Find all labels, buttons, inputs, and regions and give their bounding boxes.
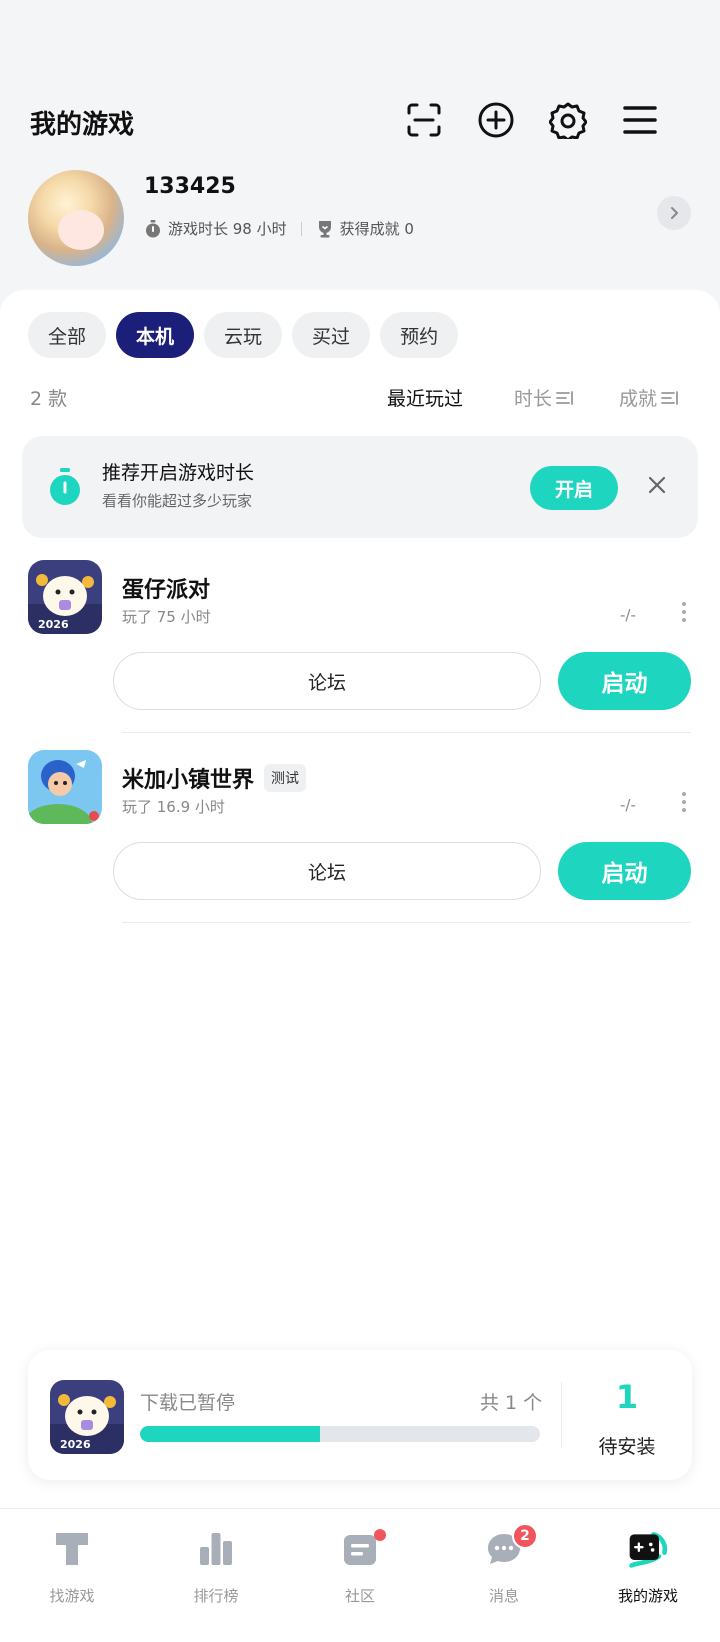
message-badge: 2 bbox=[512, 1523, 538, 1549]
tab-label: 排行榜 bbox=[193, 1587, 239, 1605]
game-title: 米加小镇世界 bbox=[122, 768, 255, 793]
community-icon bbox=[338, 1527, 386, 1571]
game-playtime: 玩了 75 小时 bbox=[122, 608, 211, 626]
filter-purchased[interactable]: 买过 bbox=[292, 312, 371, 358]
find-games-icon bbox=[50, 1527, 94, 1571]
sort-icon bbox=[556, 390, 573, 405]
playtime-label: 游戏时长 98 小时 bbox=[168, 220, 287, 238]
header: 我的游戏 133425 游戏时长 98 小时 获得成就 0 bbox=[0, 0, 720, 290]
download-progress-fill bbox=[140, 1426, 320, 1442]
filter-all[interactable]: 全部 bbox=[28, 312, 107, 358]
game-count: 2 款 bbox=[30, 388, 68, 410]
download-status: 下载已暂停 bbox=[140, 1392, 236, 1414]
game-playtime: 玩了 16.9 小时 bbox=[122, 798, 225, 816]
more-options-icon[interactable] bbox=[682, 792, 686, 812]
game-icon-eggy-party[interactable]: 2026 bbox=[28, 560, 102, 634]
launch-button[interactable]: 启动 bbox=[558, 652, 691, 710]
filter-local[interactable]: 本机 bbox=[116, 312, 195, 358]
divider bbox=[561, 1382, 562, 1448]
game-list-panel: 全部 本机 云玩 买过 预约 2 款 最近玩过 时长 成就 推荐开启游戏时长 看… bbox=[0, 290, 720, 1510]
more-options-icon[interactable] bbox=[682, 602, 686, 622]
tab-label: 我的游戏 bbox=[617, 1587, 678, 1605]
stopwatch-icon bbox=[144, 219, 162, 238]
game-achievement: -/- bbox=[620, 796, 636, 814]
sort-recent-label: 最近玩过 bbox=[387, 388, 464, 410]
tab-community[interactable]: 社区 bbox=[288, 1509, 432, 1642]
message-icon: 2 bbox=[482, 1523, 538, 1571]
page-title: 我的游戏 bbox=[30, 110, 135, 140]
close-icon[interactable] bbox=[646, 474, 668, 500]
divider bbox=[122, 732, 691, 733]
game-name: 米加小镇世界 测试 bbox=[122, 762, 307, 794]
enable-playtime-button[interactable]: 开启 bbox=[530, 466, 618, 510]
achievements-label: 获得成就 0 bbox=[339, 220, 414, 238]
recommend-title: 推荐开启游戏时长 bbox=[102, 462, 255, 484]
tab-label: 找游戏 bbox=[49, 1587, 95, 1605]
beta-tag: 测试 bbox=[264, 764, 307, 792]
gear-icon[interactable] bbox=[548, 100, 588, 140]
pending-install-count: 1 bbox=[615, 1378, 639, 1416]
my-games-icon bbox=[626, 1527, 670, 1571]
sort-recent[interactable]: 最近玩过 bbox=[387, 384, 463, 411]
username: 133425 bbox=[144, 174, 236, 199]
sort-achievement[interactable]: 成就 bbox=[619, 384, 679, 411]
recommend-subtitle: 看看你能超过多少玩家 bbox=[102, 492, 253, 510]
chevron-right-icon bbox=[671, 207, 678, 219]
profile-detail-button[interactable] bbox=[657, 196, 691, 230]
launch-button[interactable]: 启动 bbox=[558, 842, 691, 900]
tab-label: 社区 bbox=[344, 1587, 375, 1605]
notification-dot bbox=[374, 1529, 386, 1541]
sort-icon bbox=[661, 390, 678, 405]
tab-my-games[interactable]: 我的游戏 bbox=[576, 1509, 720, 1642]
download-card[interactable]: 2026 下载已暂停 共 1 个 1 待安装 bbox=[28, 1350, 692, 1480]
svg-text:2026: 2026 bbox=[38, 618, 69, 631]
download-progress-bar bbox=[140, 1426, 540, 1442]
game-achievement: -/- bbox=[620, 606, 636, 624]
game-name: 蛋仔派对 bbox=[122, 572, 210, 604]
filter-reserved[interactable]: 预约 bbox=[380, 312, 459, 358]
pending-install-label: 待安装 bbox=[598, 1436, 656, 1458]
game-icon-miga-town[interactable] bbox=[28, 750, 102, 824]
list-item: 米加小镇世界 测试 玩了 16.9 小时 -/- 论坛 启动 bbox=[0, 750, 720, 940]
download-game-icon: 2026 bbox=[50, 1380, 124, 1454]
profile-stats: 游戏时长 98 小时 获得成就 0 bbox=[144, 218, 414, 239]
sort-achievement-label: 成就 bbox=[619, 388, 658, 410]
ranking-icon bbox=[194, 1527, 238, 1571]
list-item: 2026 蛋仔派对 玩了 75 小时 -/- 论坛 启动 bbox=[0, 560, 720, 750]
tab-messages[interactable]: 2 消息 bbox=[432, 1509, 576, 1642]
add-circle-icon[interactable] bbox=[476, 100, 516, 140]
tab-label: 消息 bbox=[488, 1587, 519, 1605]
menu-icon[interactable] bbox=[620, 100, 660, 140]
forum-button[interactable]: 论坛 bbox=[113, 652, 541, 710]
bottom-tab-bar: 找游戏 排行榜 社区 2 消息 我的游戏 bbox=[0, 1508, 720, 1642]
sort-duration-label: 时长 bbox=[514, 388, 553, 410]
tab-find-games[interactable]: 找游戏 bbox=[0, 1509, 144, 1642]
scan-icon[interactable] bbox=[404, 100, 444, 140]
stopwatch-icon bbox=[48, 468, 82, 510]
game-title: 蛋仔派对 bbox=[122, 578, 211, 603]
playtime-recommend-banner: 推荐开启游戏时长 看看你能超过多少玩家 开启 bbox=[22, 436, 698, 538]
filter-chips: 全部 本机 云玩 买过 预约 bbox=[28, 312, 459, 358]
filter-cloud[interactable]: 云玩 bbox=[204, 312, 283, 358]
forum-button[interactable]: 论坛 bbox=[113, 842, 541, 900]
svg-text:2026: 2026 bbox=[60, 1438, 91, 1451]
trophy-icon bbox=[316, 220, 334, 238]
stats-divider bbox=[300, 221, 302, 236]
sort-duration[interactable]: 时长 bbox=[514, 384, 574, 411]
tab-ranking[interactable]: 排行榜 bbox=[144, 1509, 288, 1642]
divider bbox=[122, 922, 691, 923]
avatar[interactable] bbox=[28, 170, 124, 266]
download-total: 共 1 个 bbox=[480, 1392, 543, 1414]
